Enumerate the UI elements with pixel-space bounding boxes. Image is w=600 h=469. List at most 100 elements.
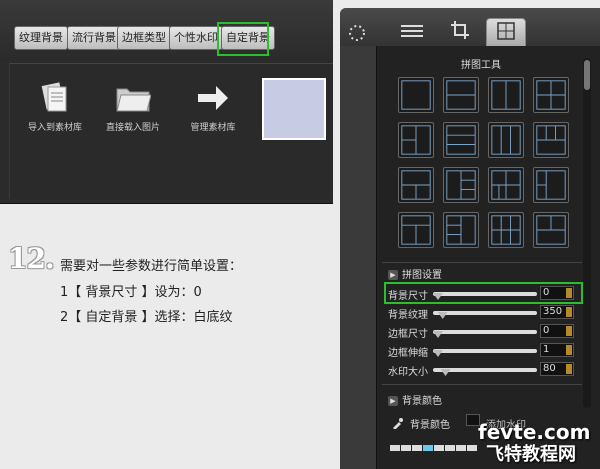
setting-label: 边框尺寸 (388, 329, 428, 340)
color-swatch[interactable] (467, 445, 477, 451)
setting-row: 背景尺寸 0 (388, 286, 578, 302)
setting-value-input[interactable]: 0 (540, 286, 574, 300)
layout-template[interactable] (488, 212, 524, 248)
layout-template[interactable] (533, 167, 569, 203)
expand-arrow-icon: ▶ (388, 270, 398, 280)
color-swatch[interactable] (412, 445, 422, 451)
setting-row: 水印大小 80 (388, 362, 578, 378)
grid-icon (497, 21, 515, 44)
layout-template[interactable] (398, 122, 434, 158)
loading-spinner-icon (346, 22, 368, 44)
spinner-icon[interactable] (566, 364, 572, 374)
spinner-icon[interactable] (566, 326, 572, 336)
tab-bar: 纹理背景 流行背景 边框类型 个性水印 自定背景 (0, 0, 333, 62)
setting-value: 350 (543, 306, 563, 317)
load-image-button[interactable]: 直接载入图片 (102, 80, 164, 133)
setting-slider[interactable] (433, 292, 537, 300)
section-bg-color[interactable]: ▶ 背景颜色 (388, 392, 442, 407)
custom-bg-highlight (217, 22, 269, 56)
color-swatch[interactable] (423, 445, 433, 451)
color-swatch[interactable] (390, 445, 400, 451)
setting-value: 0 (543, 287, 550, 298)
color-swatch[interactable] (445, 445, 455, 451)
setting-value-input[interactable]: 80 (540, 362, 574, 376)
setting-row: 边框伸缩 1 (388, 343, 578, 359)
custom-bg-preview[interactable] (262, 78, 326, 140)
setting-label: 边框伸缩 (388, 348, 428, 359)
setting-value-input[interactable]: 350 (540, 305, 574, 319)
layout-template[interactable] (488, 122, 524, 158)
step-instruction: 需要对一些参数进行简单设置： (60, 259, 243, 274)
tab-adjust[interactable] (392, 18, 432, 46)
color-swatches (390, 436, 478, 451)
divider (382, 262, 582, 263)
slider-knob[interactable] (440, 369, 451, 376)
layout-template[interactable] (533, 122, 569, 158)
layout-template[interactable] (533, 212, 569, 248)
setting-value: 0 (543, 325, 550, 336)
collage-tool-title: 拼图工具 (461, 60, 501, 71)
import-to-library-label: 导入到素材库 (27, 123, 82, 133)
setting-value: 80 (543, 363, 556, 374)
slider-knob[interactable] (433, 331, 443, 338)
layout-template[interactable] (443, 122, 479, 158)
color-swatch[interactable] (401, 445, 411, 451)
scrollbar[interactable] (583, 58, 591, 408)
slider-knob[interactable] (433, 350, 443, 357)
manage-library-button[interactable]: 管理素材库 (182, 80, 244, 133)
eyedropper-icon[interactable] (392, 414, 404, 430)
layout-template[interactable] (443, 77, 479, 113)
setting-row: 背景纹理 350 (388, 305, 578, 321)
layout-template-grid (398, 77, 578, 257)
setting-value-input[interactable]: 0 (540, 324, 574, 338)
slider-knob[interactable] (437, 312, 448, 319)
section-bg-color-label: 背景颜色 (402, 396, 442, 407)
tab-popular-bg[interactable]: 流行背景 (67, 26, 121, 50)
tab-watermark[interactable]: 个性水印 (169, 26, 223, 50)
layout-template[interactable] (488, 77, 524, 113)
color-swatch[interactable] (456, 445, 466, 451)
step-number: 12. (8, 242, 55, 275)
spinner-icon[interactable] (566, 288, 572, 298)
site-watermark-cn: 飞特教程网 (486, 444, 576, 465)
slider-knob[interactable] (433, 293, 443, 300)
section-collage-settings[interactable]: ▶ 拼图设置 (388, 266, 442, 281)
spinner-icon[interactable] (566, 345, 572, 355)
spinner-icon[interactable] (566, 307, 572, 317)
setting-slider[interactable] (433, 349, 537, 357)
setting-slider[interactable] (433, 368, 537, 376)
layout-template[interactable] (443, 212, 479, 248)
crop-icon (451, 21, 469, 43)
layout-template[interactable] (398, 212, 434, 248)
manage-library-label: 管理素材库 (190, 123, 236, 133)
bg-color-label: 背景颜色 (410, 420, 450, 431)
setting-slider[interactable] (433, 311, 537, 319)
tab-crop[interactable] (440, 18, 480, 46)
setting-value-input[interactable]: 1 (540, 343, 574, 357)
layout-template[interactable] (488, 167, 524, 203)
setting-row: 边框尺寸 0 (388, 324, 578, 340)
tab-border-type[interactable]: 边框类型 (117, 26, 171, 50)
setting-value: 1 (543, 344, 550, 355)
folder-icon (102, 80, 164, 116)
layout-template[interactable] (398, 77, 434, 113)
setting-label: 水印大小 (388, 367, 428, 378)
section-collage-settings-label: 拼图设置 (402, 270, 442, 281)
scrollbar-thumb[interactable] (584, 60, 590, 90)
layout-template[interactable] (398, 167, 434, 203)
load-image-label: 直接载入图片 (105, 123, 160, 133)
tab-texture-bg[interactable]: 纹理背景 (14, 26, 68, 50)
setting-label: 背景尺寸 (388, 291, 428, 302)
step-item-custom-bg: 2【 自定背景 】选择：白底纹 (60, 310, 233, 325)
documents-icon (24, 80, 86, 116)
layout-template[interactable] (533, 77, 569, 113)
color-swatch[interactable] (434, 445, 444, 451)
import-to-library-button[interactable]: 导入到素材库 (24, 80, 86, 133)
setting-slider[interactable] (433, 330, 537, 338)
arrow-right-icon (182, 80, 244, 116)
tab-collage[interactable] (486, 18, 526, 46)
expand-arrow-icon: ▶ (388, 396, 398, 406)
layout-template[interactable] (443, 167, 479, 203)
sliders-icon (401, 23, 423, 42)
step-item-bg-size: 1【 背景尺寸 】设为：0 (60, 285, 202, 300)
